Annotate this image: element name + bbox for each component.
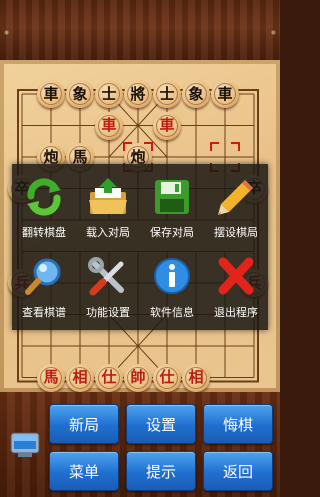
piece-character: 象 <box>72 84 88 103</box>
piece-character: 車 <box>159 116 175 134</box>
menu-item-software-info[interactable]: 软件信息 <box>140 246 204 326</box>
black-piece[interactable]: 車 <box>37 80 65 108</box>
menu-item-flip-board[interactable]: 翻转棋盘 <box>12 166 76 246</box>
piece-character: 車 <box>43 84 59 103</box>
piece-character: 象 <box>188 84 204 103</box>
menu-item-label: 摆设棋局 <box>214 226 258 239</box>
menu-item-save-game[interactable]: 保存对局 <box>140 166 204 246</box>
rotate-arrows-icon <box>23 176 65 218</box>
piece-character: 帥 <box>130 368 146 386</box>
pencil-icon <box>215 176 257 218</box>
black-piece[interactable]: 士 <box>95 80 123 108</box>
black-piece[interactable]: 將 <box>124 80 152 108</box>
piece-character: 馬 <box>72 147 88 166</box>
menu-item-label: 查看棋谱 <box>22 306 66 319</box>
back-button[interactable]: 返回 <box>203 451 273 491</box>
black-piece[interactable]: 象 <box>182 80 210 108</box>
red-piece[interactable]: 帥 <box>124 363 152 392</box>
folder-open-icon <box>87 176 129 218</box>
red-piece[interactable]: 車 <box>153 111 181 140</box>
floppy-disk-icon <box>151 176 193 218</box>
popup-menu: 翻转棋盘 载入对局 保存对局 摆设棋局 查看棋谱 功能设置 软件信息 退出程序 <box>12 164 268 330</box>
menu-item-label: 功能设置 <box>86 306 130 319</box>
red-piece[interactable]: 仕 <box>153 363 181 392</box>
piece-character: 相 <box>188 368 204 386</box>
top-wood-panel <box>0 0 280 60</box>
piece-character: 馬 <box>43 368 59 386</box>
menu-item-setup-board[interactable]: 摆设棋局 <box>204 166 268 246</box>
menu-item-label: 载入对局 <box>86 226 130 239</box>
red-piece[interactable]: 仕 <box>95 363 123 392</box>
menu-button[interactable]: 菜单 <box>49 451 119 491</box>
undo-button[interactable]: 悔棋 <box>203 404 273 444</box>
magnifier-icon <box>23 256 65 298</box>
menu-item-exit[interactable]: 退出程序 <box>204 246 268 326</box>
settings-button[interactable]: 设置 <box>126 404 196 444</box>
nail-decoration <box>4 30 9 35</box>
piece-character: 車 <box>101 116 117 134</box>
piece-character: 仕 <box>159 368 175 386</box>
black-piece[interactable]: 象 <box>66 80 94 108</box>
tools-icon <box>87 256 129 298</box>
menu-item-view-record[interactable]: 查看棋谱 <box>12 246 76 326</box>
game-screen: 車象士將士象車車車炮馬炮卒卒兵兵馬相仕帥仕相 翻转棋盘 <box>0 0 280 497</box>
red-piece[interactable]: 相 <box>182 363 210 392</box>
piece-character: 仕 <box>101 368 117 386</box>
nail-decoration <box>271 30 276 35</box>
red-piece[interactable]: 車 <box>95 111 123 140</box>
piece-character: 士 <box>101 84 117 103</box>
piece-character: 士 <box>159 84 175 103</box>
piece-character: 炮 <box>43 147 59 166</box>
menu-item-label: 软件信息 <box>150 306 194 319</box>
black-piece[interactable]: 車 <box>211 80 239 108</box>
menu-item-function-settings[interactable]: 功能设置 <box>76 246 140 326</box>
red-piece[interactable]: 相 <box>66 363 94 392</box>
info-icon <box>151 256 193 298</box>
menu-item-load-game[interactable]: 载入对局 <box>76 166 140 246</box>
red-piece[interactable]: 馬 <box>37 363 65 392</box>
piece-character: 相 <box>72 368 88 386</box>
menu-item-label: 退出程序 <box>214 306 258 319</box>
piece-character: 車 <box>217 84 233 103</box>
piece-character: 將 <box>130 84 146 103</box>
monitor-icon[interactable] <box>10 432 40 458</box>
menu-item-label: 保存对局 <box>150 226 194 239</box>
black-piece[interactable]: 士 <box>153 80 181 108</box>
menu-item-label: 翻转棋盘 <box>22 226 66 239</box>
new-game-button[interactable]: 新局 <box>49 404 119 444</box>
hint-button[interactable]: 提示 <box>126 451 196 491</box>
red-x-icon <box>215 256 257 298</box>
